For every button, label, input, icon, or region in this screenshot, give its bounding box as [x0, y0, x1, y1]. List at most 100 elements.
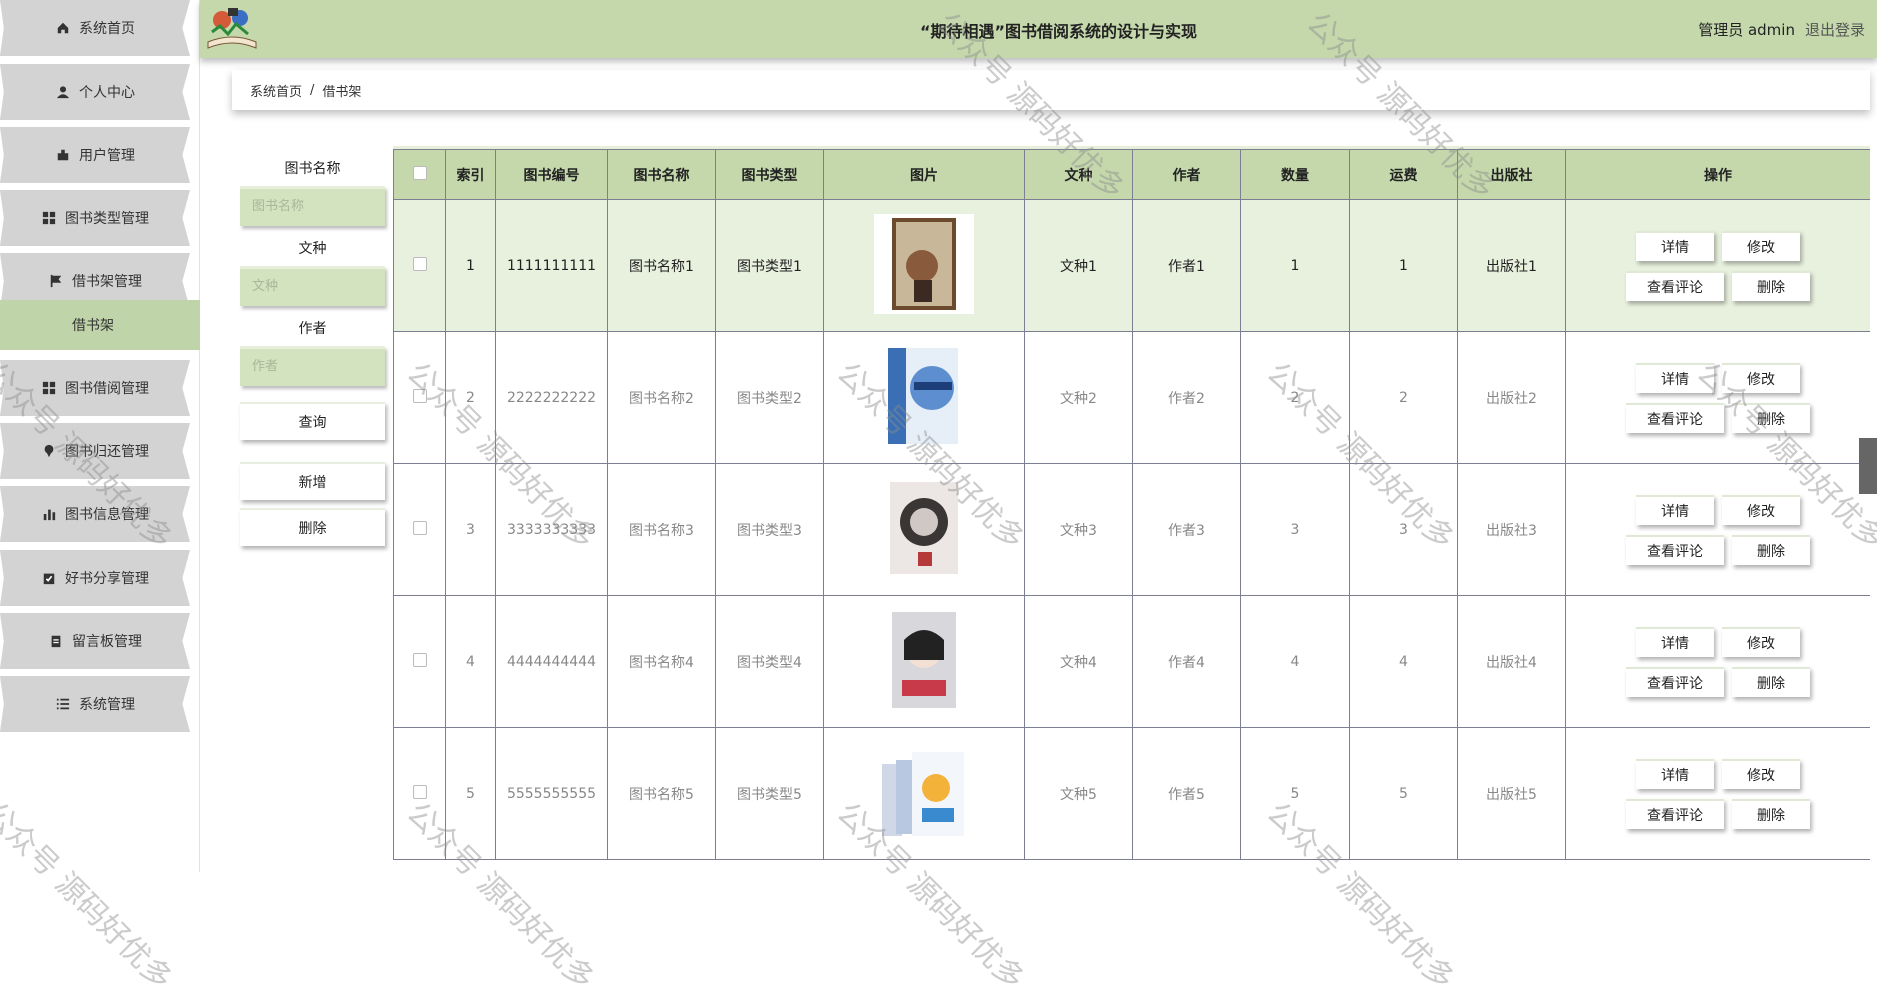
cell-actions: 详情 修改查看评论 删除 [1565, 463, 1870, 596]
cell-type: 图书类型4 [715, 595, 824, 728]
table-header-row: 索引 图书编号 图书名称 图书类型 图片 文种 作者 数量 运费 出版社 操作 [393, 149, 1870, 200]
sidebar-item-10[interactable]: 好书分享管理 [0, 550, 190, 606]
sidebar-item-label: 图书归还管理 [65, 444, 149, 460]
grid-icon [41, 210, 57, 226]
row-checkbox[interactable] [412, 520, 427, 535]
cell-fee: 3 [1349, 463, 1458, 596]
row-delete-button[interactable]: 删除 [1732, 666, 1810, 697]
cell-index: 3 [445, 463, 496, 596]
cell-lang: 文种2 [1024, 331, 1133, 464]
sidebar-item-12[interactable]: 系统管理 [0, 676, 190, 732]
col-actions: 操作 [1565, 149, 1870, 200]
col-image: 图片 [823, 149, 1025, 200]
sidebar-item-label: 系统首页 [79, 21, 135, 37]
sidebar: 系统首页 个人中心 用户管理 图书类型管理 借书架管理 借书架 图书借阅管理 图书归还管理 图书… [0, 0, 200, 872]
scrollbar[interactable] [1859, 438, 1877, 494]
view-comments-button[interactable]: 查看评论 [1626, 534, 1724, 565]
query-button[interactable]: 查询 [240, 402, 385, 440]
cell-author: 作者4 [1132, 595, 1241, 728]
cell-actions: 详情 修改查看评论 删除 [1565, 727, 1870, 860]
cell-lang: 文种1 [1024, 199, 1133, 332]
cell-fee: 5 [1349, 727, 1458, 860]
logout-link[interactable]: 退出登录 [1805, 19, 1865, 40]
edit-button[interactable]: 修改 [1722, 626, 1800, 657]
sidebar-item-2[interactable]: 个人中心 [0, 64, 190, 120]
cell-code: 3333333333 [495, 463, 608, 596]
breadcrumb: 系统首页 / 借书架 [232, 70, 1870, 110]
cell-author: 作者1 [1132, 199, 1241, 332]
cell-image [823, 463, 1025, 596]
cell-name: 图书名称4 [607, 595, 716, 728]
view-comments-button[interactable]: 查看评论 [1626, 402, 1724, 433]
col-qty: 数量 [1240, 149, 1350, 200]
cell-index: 4 [445, 595, 496, 728]
view-comments-button[interactable]: 查看评论 [1626, 666, 1724, 697]
cell-lang: 文种4 [1024, 595, 1133, 728]
table-row[interactable]: 3 3333333333 图书名称3 图书类型3 文种3 作者3 3 3 出版社3 详情 修改 查看评… [393, 463, 1870, 596]
cell-qty: 1 [1240, 199, 1350, 332]
sidebar-item-11[interactable]: 留言板管理 [0, 613, 190, 669]
cell-author: 作者5 [1132, 727, 1241, 860]
row-checkbox[interactable] [412, 784, 427, 799]
sidebar-item-7[interactable]: 图书借阅管理 [0, 360, 190, 416]
sidebar-item-label: 个人中心 [79, 85, 135, 101]
sidebar-item-8[interactable]: 图书归还管理 [0, 423, 190, 479]
row-delete-button[interactable]: 删除 [1732, 402, 1810, 433]
sidebar-item-1[interactable]: 系统首页 [0, 0, 190, 56]
search-input-lang[interactable]: 文种 [240, 266, 385, 306]
cell-name: 图书名称1 [607, 199, 716, 332]
add-button[interactable]: 新增 [240, 462, 385, 500]
sidebar-item-4[interactable]: 图书类型管理 [0, 190, 190, 246]
detail-button[interactable]: 详情 [1636, 758, 1714, 789]
search-panel: 图书名称 图书名称 文种 文种 作者 作者 查询 新增 删除 [240, 158, 385, 546]
search-input-name[interactable]: 图书名称 [240, 186, 385, 226]
cell-publisher: 出版社4 [1457, 595, 1566, 728]
sidebar-item-3[interactable]: 用户管理 [0, 127, 190, 183]
user-icon [55, 84, 71, 100]
book-cover-image [874, 345, 974, 446]
cell-image [823, 199, 1025, 332]
select-all-checkbox[interactable] [412, 165, 427, 180]
detail-button[interactable]: 详情 [1636, 362, 1714, 393]
edit-button[interactable]: 修改 [1722, 494, 1800, 525]
view-comments-button[interactable]: 查看评论 [1626, 798, 1724, 829]
row-select-cell [393, 463, 446, 596]
table-row[interactable]: 5 5555555555 图书名称5 图书类型5 文种5 作者5 5 5 出版社5 详情 修改 查看评… [393, 727, 1870, 860]
sidebar-item-9[interactable]: 图书信息管理 [0, 486, 190, 542]
bar-chart-icon [41, 506, 57, 522]
cell-qty: 2 [1240, 331, 1350, 464]
detail-button[interactable]: 详情 [1636, 494, 1714, 525]
cell-code: 1111111111 [495, 199, 608, 332]
breadcrumb-home[interactable]: 系统首页 [250, 81, 302, 100]
view-comments-button[interactable]: 查看评论 [1626, 270, 1724, 301]
table-row[interactable]: 2 2222222222 图书名称2 图书类型2 文种2 作者2 2 2 出版社2 详情 修改 查看评… [393, 331, 1870, 464]
sidebar-item-label: 留言板管理 [72, 634, 142, 650]
row-delete-button[interactable]: 删除 [1732, 534, 1810, 565]
sidebar-item-label: 图书类型管理 [65, 211, 149, 227]
cell-image [823, 331, 1025, 464]
flag-icon [48, 273, 64, 289]
sidebar-item-label: 系统管理 [79, 697, 135, 713]
edit-button[interactable]: 修改 [1722, 758, 1800, 789]
edit-button[interactable]: 修改 [1722, 230, 1800, 261]
table-row[interactable]: 4 4444444444 图书名称4 图书类型4 文种4 作者4 4 4 出版社4 详情 修改 查看评… [393, 595, 1870, 728]
row-checkbox[interactable] [412, 652, 427, 667]
detail-button[interactable]: 详情 [1636, 626, 1714, 657]
delete-button[interactable]: 删除 [240, 508, 385, 546]
row-delete-button[interactable]: 删除 [1732, 798, 1810, 829]
col-lang: 文种 [1024, 149, 1133, 200]
detail-button[interactable]: 详情 [1636, 230, 1714, 261]
user-area: 管理员 admin 退出登录 [1698, 19, 1865, 40]
cell-type: 图书类型5 [715, 727, 824, 860]
row-delete-button[interactable]: 删除 [1732, 270, 1810, 301]
row-checkbox[interactable] [412, 388, 427, 403]
cell-lang: 文种5 [1024, 727, 1133, 860]
cell-fee: 4 [1349, 595, 1458, 728]
table-row[interactable]: 1 1111111111 图书名称1 图书类型1 文种1 作者1 1 1 出版社1 详情 修改 查看评… [393, 199, 1870, 332]
edit-button[interactable]: 修改 [1722, 362, 1800, 393]
row-checkbox[interactable] [412, 256, 427, 271]
search-input-author[interactable]: 作者 [240, 346, 385, 386]
sidebar-item-6[interactable]: 借书架 [0, 300, 200, 350]
book-cover-image [874, 213, 974, 314]
cell-index: 2 [445, 331, 496, 464]
